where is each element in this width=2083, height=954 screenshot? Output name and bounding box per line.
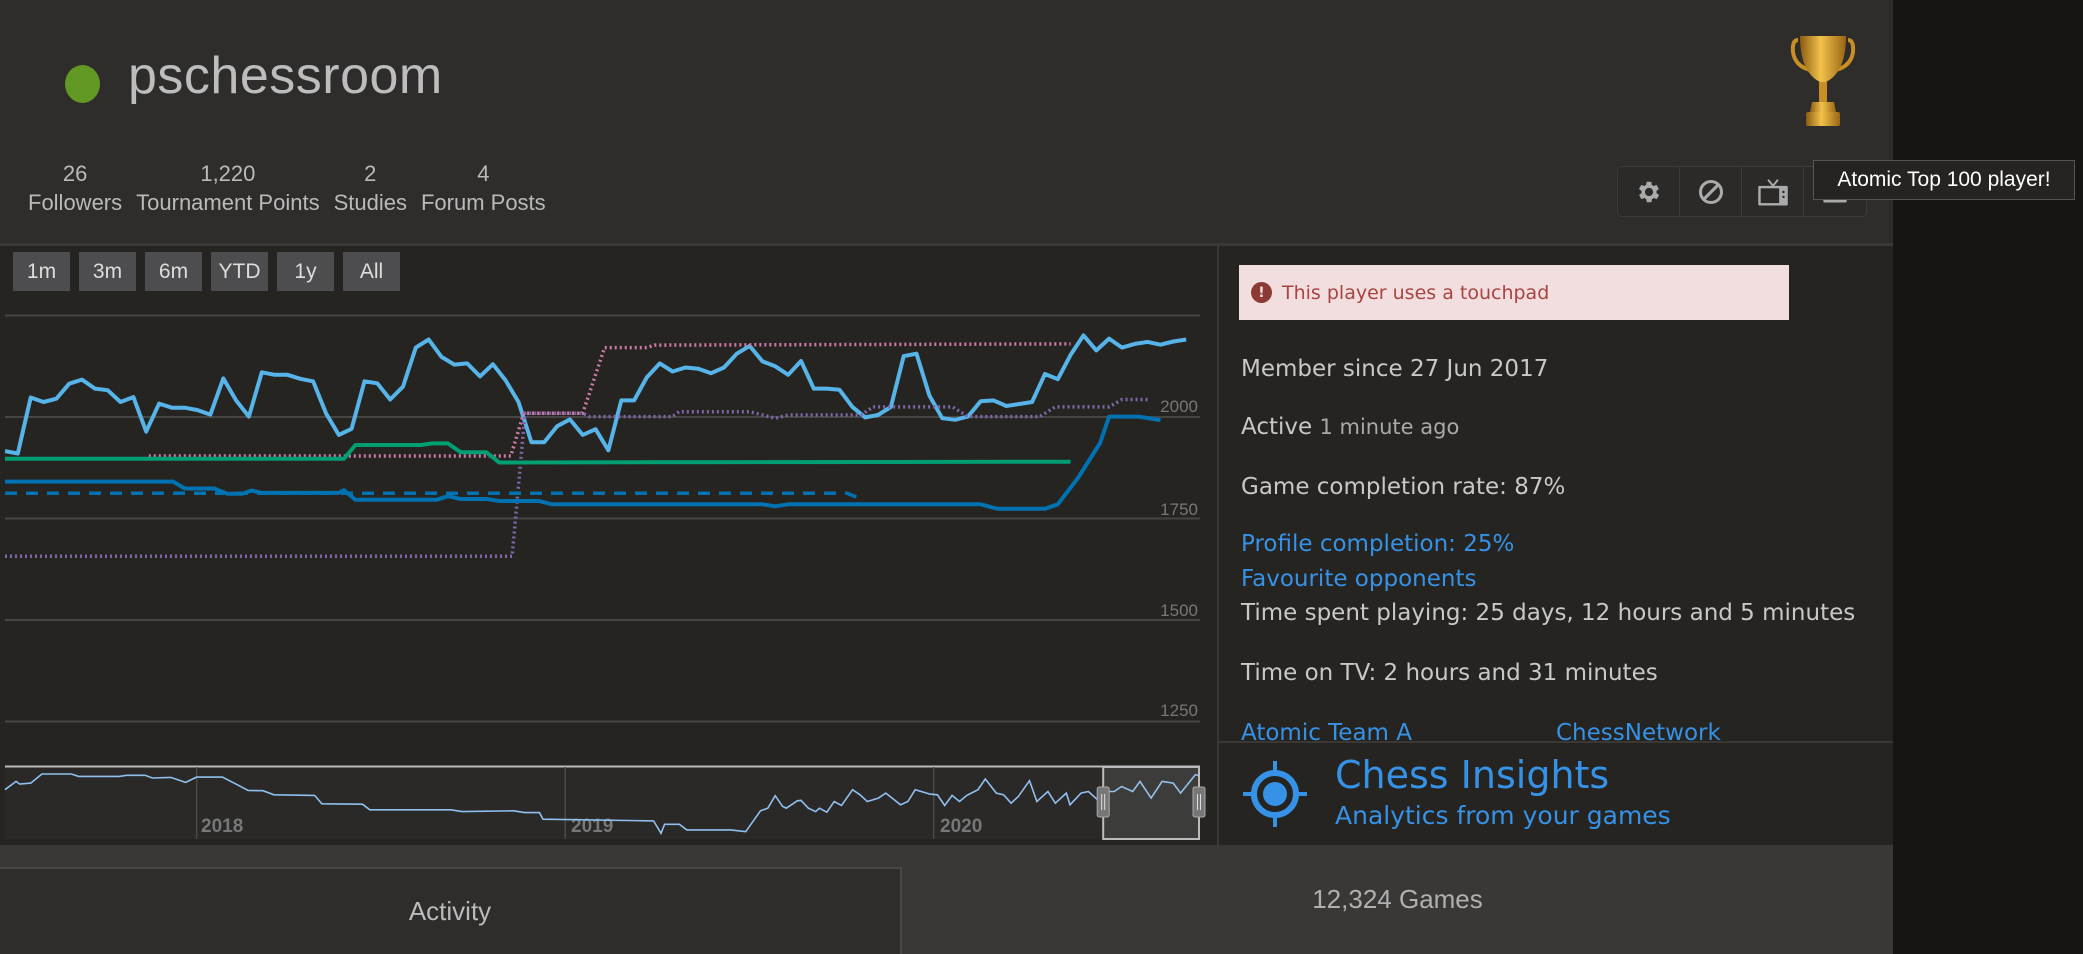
tv-icon [1757, 178, 1788, 206]
stat-label: Studies [333, 190, 407, 215]
y-tick-label: 2000 [1160, 397, 1198, 416]
rating-series-line-0[interactable] [4, 333, 1187, 456]
profile-stats: 26 Followers 1,220 Tournament Points 2 Stud… [28, 160, 546, 218]
teams-clip: Atomic Team A ChessNetwork [1219, 246, 1893, 741]
team-link[interactable]: ChessNetwork [1556, 720, 1721, 741]
stat-tournament-points[interactable]: 1,220 Tournament Points [136, 160, 319, 218]
y-tick-label: 1750 [1160, 500, 1198, 519]
stat-value: 1,220 [200, 161, 256, 186]
profile-page: pschessroom 26 Followers 1,220 Tournament … [0, 0, 2075, 954]
stat-value: 4 [477, 161, 490, 186]
online-status-icon [65, 65, 100, 103]
tab-activity[interactable]: Activity [0, 867, 902, 954]
insights-title: Chess Insights [1335, 753, 1610, 797]
navigator-left-handle[interactable] [1096, 786, 1110, 818]
stat-label: Followers [28, 190, 123, 215]
trophy-icon[interactable] [1790, 32, 1856, 132]
navigator-year-label: 2020 [940, 816, 982, 837]
rating-history-chart: 2000 1750 1500 1250 2018 2019 2020 [4, 314, 1206, 840]
rating-series-line-3[interactable] [5, 441, 1071, 465]
username: pschessroom [128, 47, 443, 105]
stat-studies[interactable]: 2 Studies [334, 160, 407, 218]
chess-insights-link[interactable]: Chess Insights Analytics from your games [1219, 741, 1893, 845]
y-tick-label: 1250 [1160, 701, 1198, 720]
profile-header: pschessroom 26 Followers 1,220 Tournament … [0, 0, 1893, 246]
stat-forum-posts[interactable]: 4 Forum Posts [421, 160, 546, 218]
gear-icon [1638, 181, 1659, 202]
stat-value: 2 [364, 161, 377, 186]
y-tick-label: 1500 [1160, 601, 1198, 620]
profile-tabs: Activity 12,324 Games [0, 845, 1893, 954]
block-button[interactable] [1680, 167, 1742, 216]
insights-subtitle: Analytics from your games [1335, 801, 1671, 830]
watch-tv-button[interactable] [1742, 167, 1804, 216]
team-link[interactable]: Atomic Team A [1241, 720, 1412, 741]
stat-followers[interactable]: 26 Followers [28, 160, 122, 218]
stat-value: 26 [62, 161, 88, 186]
crosshair-icon [1243, 761, 1307, 827]
rating-series-line-2[interactable] [5, 397, 1148, 559]
settings-button[interactable] [1618, 167, 1680, 216]
trophy-tooltip: Atomic Top 100 player! [1813, 160, 2075, 200]
navigator-selection[interactable] [1102, 766, 1200, 840]
stat-label: Tournament Points [136, 190, 320, 215]
stat-label: Forum Posts [420, 190, 546, 215]
navigator-right-handle[interactable] [1192, 786, 1206, 818]
block-icon [1698, 179, 1723, 204]
chart-navigator[interactable]: 2018 2019 2020 [4, 765, 1206, 840]
tab-games[interactable]: 12,324 Games [902, 845, 1893, 954]
navigator-year-label: 2018 [201, 816, 243, 837]
